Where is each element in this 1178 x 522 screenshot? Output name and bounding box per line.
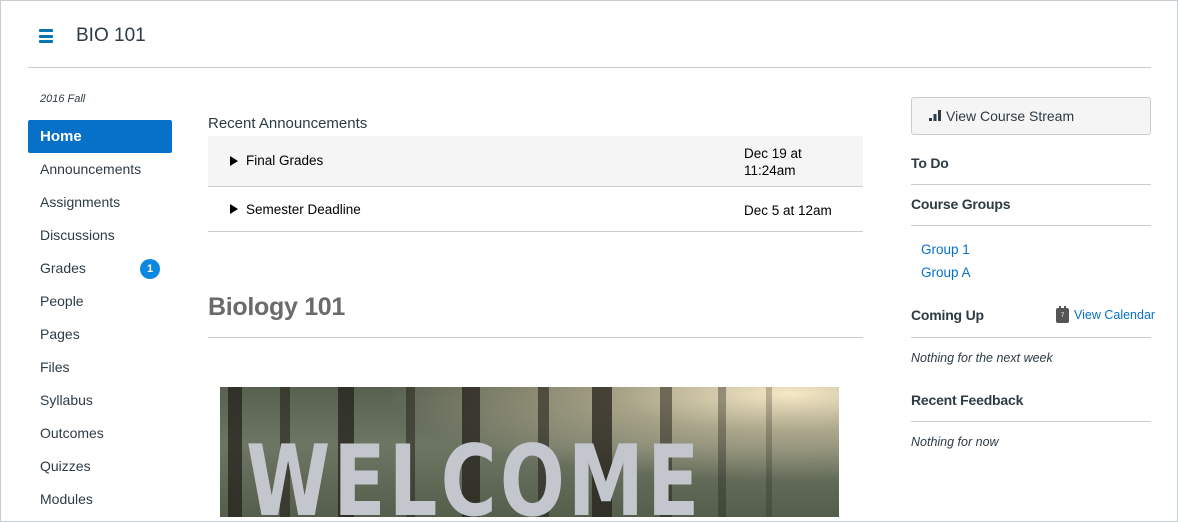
expand-triangle-icon[interactable] [230,204,238,214]
course-header: BIO 101 [28,1,1151,68]
bar-chart-icon [929,110,941,121]
nav-item-files[interactable]: Files [28,351,172,384]
nav-item-label: Grades [40,260,86,276]
canvas-course-home: BIO 101 2016 Fall Home Announcements Ass… [0,0,1178,522]
nav-item-quizzes[interactable]: Quizzes [28,450,172,483]
recent-announcements-heading: Recent Announcements [208,115,368,132]
coming-up-empty-text: Nothing for the next week [911,351,1053,365]
announcement-row[interactable]: Final Grades Dec 19 at 11:24am [208,136,863,187]
nav-item-label: Assignments [40,194,121,210]
announcement-title[interactable]: Final Grades [246,153,323,168]
divider [911,184,1151,185]
divider [911,337,1151,338]
grades-count-badge: 1 [140,259,160,279]
calendar-icon[interactable]: 7 [1056,306,1069,323]
announcement-title[interactable]: Semester Deadline [246,202,361,217]
view-course-stream-label: View Course Stream [946,108,1075,124]
coming-up-heading: Coming Up [911,307,984,323]
nav-item-label: Pages [40,326,80,342]
banner-welcome-text: WELCOME [246,425,703,517]
nav-item-label: People [40,293,84,309]
nav-item-label: Outcomes [40,425,104,441]
nav-item-grades[interactable]: Grades 1 [28,252,172,285]
view-course-stream-button[interactable]: View Course Stream [911,97,1151,135]
announcements-list: Final Grades Dec 19 at 11:24am Semester … [208,136,863,232]
announcement-date: Dec 19 at 11:24am [744,146,802,178]
nav-item-syllabus[interactable]: Syllabus [28,384,172,417]
recent-feedback-heading: Recent Feedback [911,392,1024,408]
calendar-day-number: 7 [1060,313,1065,319]
announcement-row[interactable]: Semester Deadline Dec 5 at 12am [208,187,863,232]
expand-triangle-icon[interactable] [230,156,238,166]
nav-item-home[interactable]: Home [28,120,172,153]
nav-item-assignments[interactable]: Assignments [28,186,172,219]
nav-item-people[interactable]: People [28,285,172,318]
nav-item-label: Modules [40,491,93,507]
divider [911,421,1151,422]
announcement-date: Dec 5 at 12am [744,203,832,218]
page-title: Biology 101 [208,293,346,321]
nav-item-pages[interactable]: Pages [28,318,172,351]
nav-item-outcomes[interactable]: Outcomes [28,417,172,450]
nav-item-label: Syllabus [40,392,93,408]
nav-item-label: Discussions [40,227,115,243]
group-link[interactable]: Group 1 [921,242,970,257]
group-link[interactable]: Group A [921,265,971,280]
nav-item-label: Announcements [40,161,142,177]
view-calendar-link[interactable]: View Calendar [1074,308,1155,322]
welcome-banner-image: WELCOME [220,387,839,517]
recent-feedback-empty-text: Nothing for now [911,435,999,449]
nav-item-discussions[interactable]: Discussions [28,219,172,252]
breadcrumb-course-title[interactable]: BIO 101 [76,25,146,47]
course-nav: Home Announcements Assignments Discussio… [28,120,172,516]
nav-item-label: Files [40,359,70,375]
nav-item-label: Home [40,128,82,145]
nav-item-modules[interactable]: Modules [28,483,172,516]
hamburger-menu-icon[interactable] [39,29,53,43]
course-groups-heading: Course Groups [911,196,1011,212]
nav-item-label: Quizzes [40,458,91,474]
nav-item-announcements[interactable]: Announcements [28,153,172,186]
divider [911,225,1151,226]
divider [208,337,863,338]
todo-heading: To Do [911,155,949,171]
term-label: 2016 Fall [40,93,86,105]
